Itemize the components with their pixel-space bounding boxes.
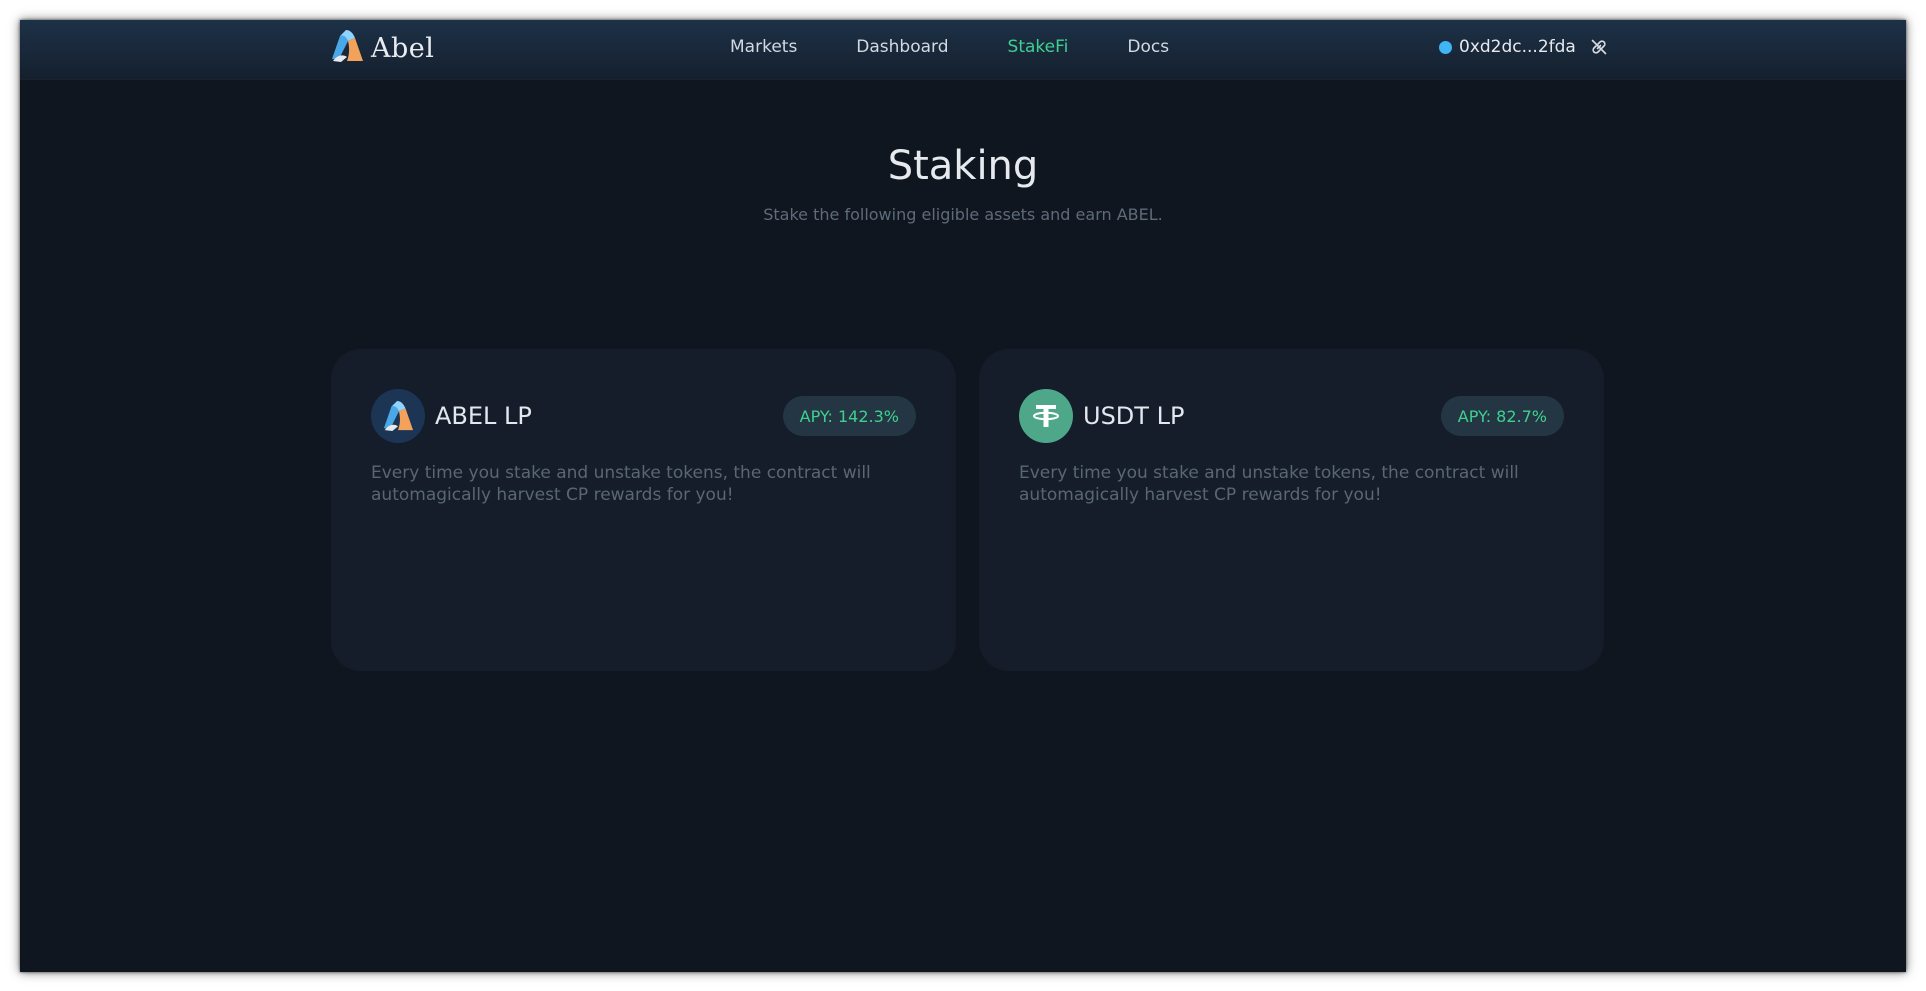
nav-stakefi[interactable]: StakeFi <box>1008 37 1069 57</box>
disconnect-link-icon[interactable] <box>1589 37 1609 57</box>
pool-description: Every time you stake and unstake tokens,… <box>371 463 871 505</box>
pool-card-header: ABEL LP APY: 142.3% <box>371 389 916 443</box>
wallet-address: 0xd2dc...2fda <box>1459 37 1576 57</box>
nav-markets[interactable]: Markets <box>730 37 797 57</box>
apy-badge: APY: 142.3% <box>782 396 916 436</box>
pool-card-usdt-lp[interactable]: USDT LP APY: 82.7% Every time you stake … <box>979 349 1604 671</box>
apy-badge: APY: 82.7% <box>1440 396 1564 436</box>
app-window: Abel Markets Dashboard StakeFi Docs 0xd2… <box>20 20 1906 972</box>
tether-icon <box>1019 389 1073 443</box>
main-nav: Markets Dashboard StakeFi Docs <box>730 20 1228 74</box>
page-title: Staking <box>887 143 1039 189</box>
nav-docs[interactable]: Docs <box>1127 37 1169 57</box>
abel-logo-icon <box>329 29 365 67</box>
abel-logo-icon <box>371 389 425 443</box>
nav-dashboard[interactable]: Dashboard <box>856 37 948 57</box>
pool-description: Every time you stake and unstake tokens,… <box>1019 463 1519 505</box>
wallet-status[interactable]: 0xd2dc...2fda <box>1439 20 1609 74</box>
connection-dot-icon <box>1439 40 1452 54</box>
brand-logo[interactable]: Abel <box>329 30 434 66</box>
pool-name: ABEL LP <box>435 402 532 430</box>
pool-card-header: USDT LP APY: 82.7% <box>1019 389 1564 443</box>
brand-name: Abel <box>371 32 435 64</box>
page-subtitle: Stake the following eligible assets and … <box>763 205 1163 224</box>
top-navbar: Abel Markets Dashboard StakeFi Docs 0xd2… <box>20 20 1906 80</box>
pool-name: USDT LP <box>1083 402 1185 430</box>
pool-card-abel-lp[interactable]: ABEL LP APY: 142.3% Every time you stake… <box>331 349 956 671</box>
